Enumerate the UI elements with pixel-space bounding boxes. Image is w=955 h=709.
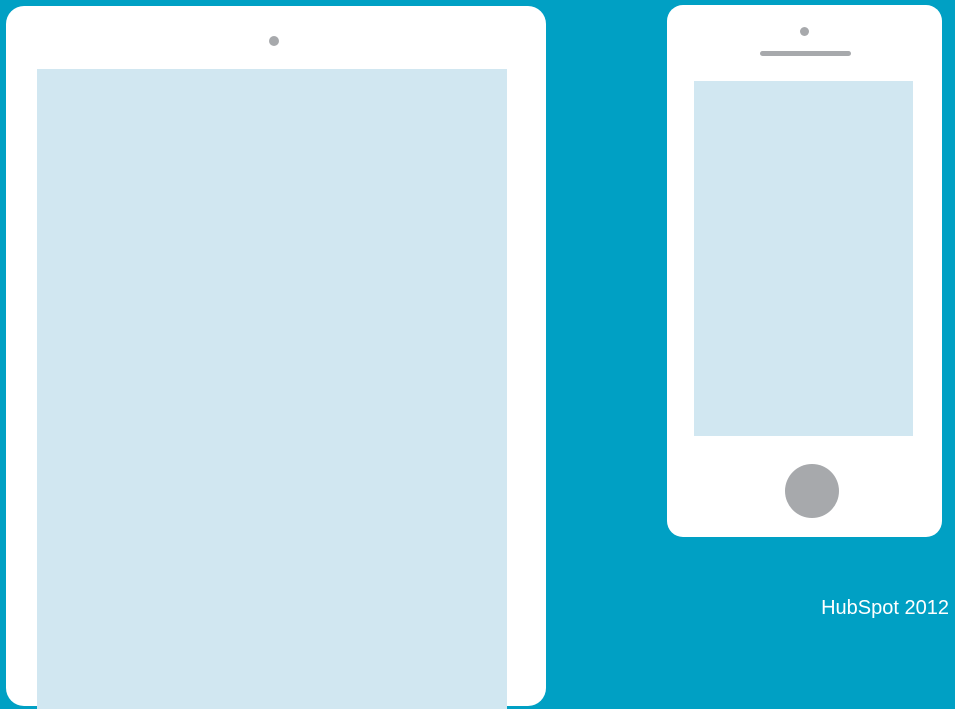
phone-speaker-icon xyxy=(760,51,851,56)
phone-camera-icon xyxy=(800,27,809,36)
credit-text: HubSpot 2012 xyxy=(821,597,949,619)
phone-device xyxy=(667,5,942,537)
phone-screen xyxy=(694,81,913,436)
tablet-screen xyxy=(37,69,507,709)
tablet-device xyxy=(6,6,546,709)
phone-home-button-icon xyxy=(785,464,839,518)
tablet-camera-icon xyxy=(269,36,279,46)
